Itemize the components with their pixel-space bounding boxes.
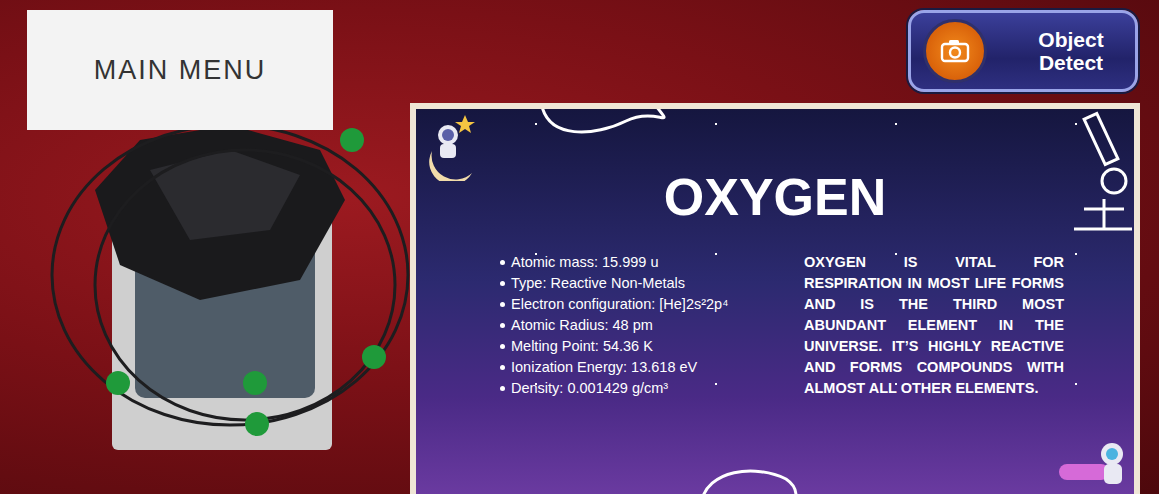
camera-feed: MAIN MENU — [0, 0, 410, 494]
astronaut-moon-icon — [420, 111, 480, 181]
element-card: OXYGEN Atomic mass: 15.999 uType: Reactiv… — [410, 103, 1140, 494]
swirl-icon — [536, 103, 706, 141]
ar-screen: MAIN MENU Object Detect OXYGEN Atomic mass:… — [0, 0, 1159, 494]
fact-item: Atomic Radius: 48 pm — [500, 315, 786, 336]
fact-item: Type: Reactive Non-Metals — [500, 273, 786, 294]
bullet-icon — [500, 302, 505, 307]
bullet-icon — [500, 260, 505, 265]
bullet-icon — [500, 344, 505, 349]
fact-item: Atomic mass: 15.999 u — [500, 252, 786, 273]
fact-item: Ionization Energy: 13.618 eV — [500, 357, 786, 378]
swirl-icon — [696, 464, 806, 494]
object-detect-button[interactable]: Object Detect — [908, 10, 1138, 92]
bullet-icon — [500, 281, 505, 286]
microscope-icon — [1064, 109, 1134, 239]
bullet-icon — [500, 365, 505, 370]
facts-list: Atomic mass: 15.999 uType: Reactive Non-… — [500, 252, 786, 399]
camera-icon — [923, 19, 987, 83]
fact-item: Melting Point: 54.36 K — [500, 336, 786, 357]
element-title: OXYGEN — [416, 109, 1134, 227]
bullet-icon — [500, 323, 505, 328]
fact-item: Density: 0.001429 g/cm³ — [500, 378, 786, 399]
astronaut-telescope-icon — [1054, 434, 1134, 494]
bullet-icon — [500, 386, 505, 391]
object-detect-label: Object Detect — [1021, 28, 1121, 74]
element-description: OXYGEN IS VITAL FOR RESPIRATION IN MOST … — [804, 252, 1064, 399]
main-menu-button[interactable]: MAIN MENU — [27, 10, 333, 130]
fact-item: Electron configuration: [He]2s²2p⁴ — [500, 294, 786, 315]
